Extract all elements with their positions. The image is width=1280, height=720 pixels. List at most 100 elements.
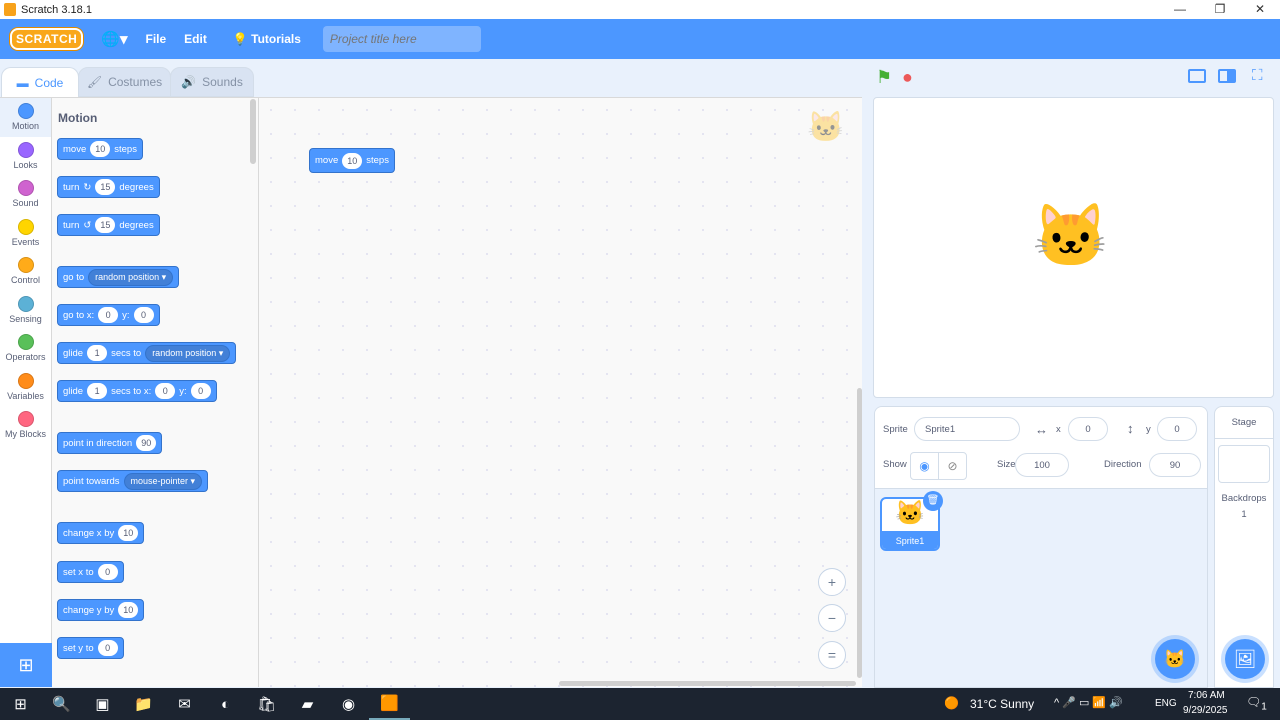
motion-block[interactable]: set y to 0	[57, 637, 124, 659]
obs-icon[interactable]: ◉	[328, 688, 369, 720]
file-explorer-icon[interactable]: 📁	[123, 688, 164, 720]
stop-icon[interactable]: ●	[902, 67, 913, 88]
backdrop-thumbnail[interactable]	[1218, 445, 1270, 483]
clock-time[interactable]: 7:06 AM	[1188, 690, 1225, 701]
language-indicator[interactable]: ENG	[1155, 698, 1177, 709]
y-input[interactable]: 0	[1157, 417, 1197, 441]
motion-block[interactable]: change y by 10	[57, 599, 145, 621]
category-looks[interactable]: Looks	[0, 137, 51, 176]
store-icon[interactable]: 🛍	[246, 688, 287, 720]
maximize-button[interactable]: ❐	[1200, 0, 1240, 19]
motion-block[interactable]: glide 1 secs to random position ▾	[57, 342, 237, 364]
motion-block[interactable]: go to random position ▾	[57, 266, 180, 288]
tab-costumes[interactable]: 🖌 Costumes	[78, 67, 171, 97]
tab-code[interactable]: ▬ Code	[1, 67, 79, 97]
block-number-input[interactable]: 1	[87, 345, 108, 361]
system-tray-icons[interactable]: ^ 🎤 ▭ 📶 🔊	[1054, 696, 1123, 709]
pinned-app-icon[interactable]: ▰	[287, 688, 328, 720]
delete-sprite-trash-icon[interactable]: 🗑	[923, 491, 943, 511]
block-number-input[interactable]: 15	[95, 179, 116, 195]
category-my-blocks[interactable]: My Blocks	[0, 406, 51, 445]
motion-block[interactable]: turn ↺ 15 degrees	[57, 214, 160, 236]
minimize-button[interactable]: —	[1160, 0, 1200, 19]
show-visible-eye-icon[interactable]: ◉	[910, 452, 939, 480]
tutorials-button[interactable]: 💡 Tutorials	[233, 32, 301, 46]
motion-block[interactable]: set x to 0	[57, 561, 124, 583]
zoom-in-button[interactable]: +	[818, 568, 846, 596]
add-extension-button[interactable]: ⊞	[0, 643, 52, 687]
category-control[interactable]: Control	[0, 252, 51, 291]
block-number-input[interactable]: 0	[97, 640, 118, 656]
block-number-input[interactable]: 10	[118, 602, 139, 618]
stage-canvas[interactable]: 🐱	[873, 97, 1274, 398]
block-number-input[interactable]: 0	[155, 383, 176, 399]
zoom-reset-button[interactable]: =	[818, 641, 846, 669]
outlook-icon[interactable]: ✉	[164, 688, 205, 720]
weather-text[interactable]: 31°C Sunny	[970, 697, 1034, 711]
small-stage-icon[interactable]	[1188, 69, 1206, 83]
scratch-logo[interactable]: SCRATCH	[10, 28, 84, 50]
notifications-icon[interactable]: 🗨1	[1246, 695, 1267, 712]
motion-block[interactable]: change x by 10	[57, 522, 145, 544]
category-motion[interactable]: Motion	[0, 98, 51, 137]
palette-scrollbar[interactable]	[250, 99, 256, 164]
motion-block[interactable]: turn ↻ 15 degrees	[57, 176, 160, 198]
block-number-input[interactable]: 0	[190, 383, 211, 399]
block-dropdown[interactable]: random position ▾	[88, 268, 174, 286]
tab-sounds[interactable]: 🔊 Sounds	[170, 67, 254, 97]
motion-block[interactable]: go to x: 0 y: 0	[57, 304, 160, 326]
motion-block[interactable]: move 10 steps	[57, 138, 143, 160]
block-number-input[interactable]: 10	[118, 525, 139, 541]
file-menu[interactable]: File	[146, 32, 167, 46]
block-dropdown[interactable]: random position ▾	[145, 344, 231, 362]
size-input[interactable]: 100	[1015, 453, 1069, 477]
large-stage-icon[interactable]	[1218, 69, 1236, 83]
code-workspace[interactable]: move 10 steps 🐱 + − =	[259, 97, 862, 687]
workspace-move-block[interactable]: move 10 steps	[309, 148, 395, 173]
windows-start-icon[interactable]: ⊞	[0, 688, 41, 720]
category-operators[interactable]: Operators	[0, 329, 51, 368]
tab-label: Costumes	[108, 75, 163, 89]
fullscreen-icon[interactable]: ⛶	[1252, 67, 1263, 84]
choose-sprite-button[interactable]: 🐱	[1155, 639, 1195, 679]
zoom-out-button[interactable]: −	[818, 604, 846, 632]
block-number-input[interactable]: 10	[342, 152, 363, 169]
motion-block[interactable]: point towards mouse-pointer ▾	[57, 470, 209, 492]
workspace-v-scrollbar[interactable]	[857, 388, 862, 678]
clock-date[interactable]: 9/29/2025	[1183, 705, 1228, 716]
block-number-input[interactable]: 10	[90, 141, 111, 157]
block-number-input[interactable]: 0	[133, 307, 154, 323]
green-flag-icon[interactable]: ⚑	[876, 67, 892, 88]
x-input[interactable]: 0	[1068, 417, 1108, 441]
category-variables[interactable]: Variables	[0, 368, 51, 407]
block-text: degrees	[119, 181, 154, 193]
cat-sprite[interactable]: 🐱	[1032, 200, 1109, 273]
block-number-input[interactable]: 1	[87, 383, 108, 399]
category-sensing[interactable]: Sensing	[0, 291, 51, 330]
hide-eye-slash-icon[interactable]: ⊘	[938, 452, 967, 480]
block-text: move	[63, 143, 87, 155]
workspace-h-scrollbar[interactable]	[559, 681, 856, 686]
direction-input[interactable]: 90	[1149, 453, 1201, 477]
block-number-input[interactable]: 15	[95, 217, 116, 233]
stage-selector[interactable]: Stage Backdrops 1 🖼	[1214, 406, 1274, 688]
block-dropdown[interactable]: mouse-pointer ▾	[123, 472, 203, 490]
block-number-input[interactable]: 0	[97, 564, 118, 580]
edge-browser-icon[interactable]: ◐	[205, 688, 246, 720]
category-events[interactable]: Events	[0, 214, 51, 253]
search-icon[interactable]: 🔍	[41, 688, 82, 720]
project-title-input[interactable]	[322, 26, 481, 52]
motion-block[interactable]: glide 1 secs to x: 0 y: 0	[57, 380, 217, 402]
close-button[interactable]: ✕	[1240, 0, 1280, 19]
block-number-input[interactable]: 90	[136, 435, 157, 451]
language-globe-icon[interactable]: 🌐▾	[101, 30, 127, 48]
task-view-icon[interactable]: ▣	[82, 688, 123, 720]
motion-block[interactable]: point in direction 90	[57, 432, 163, 454]
block-number-input[interactable]: 0	[98, 307, 119, 323]
edit-menu[interactable]: Edit	[184, 32, 207, 46]
category-sound[interactable]: Sound	[0, 175, 51, 214]
choose-backdrop-button[interactable]: 🖼	[1225, 639, 1265, 679]
scratch-taskbar-icon[interactable]: 🟧	[369, 688, 410, 720]
block-text: steps	[114, 143, 137, 155]
sprite-name-input[interactable]: Sprite1	[914, 417, 1020, 441]
